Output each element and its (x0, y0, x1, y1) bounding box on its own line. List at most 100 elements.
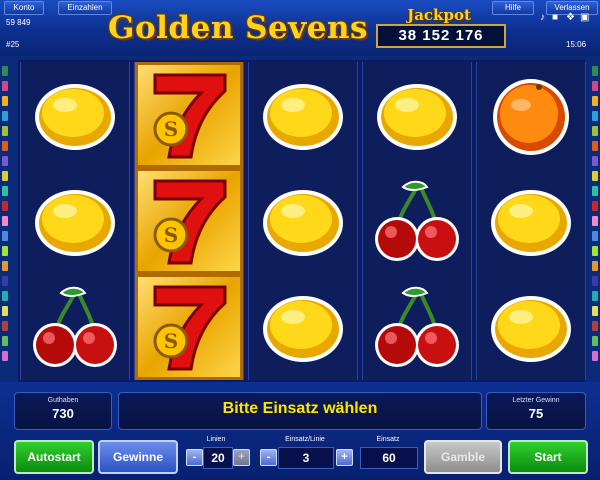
clock: 15:06 (566, 40, 587, 49)
line-marker (592, 96, 598, 106)
gamble-button[interactable]: Gamble (424, 440, 502, 474)
line-marker (592, 246, 598, 256)
line-marker (2, 261, 8, 271)
line-marker (2, 186, 8, 196)
line-marker (592, 231, 598, 241)
seven-symbol: S (135, 62, 243, 168)
line-marker (2, 216, 8, 226)
account-value: 59 849 (6, 18, 31, 27)
reel-5 (476, 62, 586, 380)
line-marker (2, 126, 8, 136)
autostart-button[interactable]: Autostart (14, 440, 94, 474)
game-title: Golden Sevens (108, 10, 368, 46)
lemon-symbol (363, 62, 471, 168)
line-marker (2, 201, 8, 211)
line-markers-right (591, 66, 599, 366)
gewinne-button[interactable]: Gewinne (98, 440, 178, 474)
reel-4 (362, 62, 472, 380)
line-marker (592, 156, 598, 166)
bet-label: Einsatz (376, 436, 400, 443)
line-marker (592, 261, 598, 271)
ticket-number: #25 (6, 40, 20, 49)
menu-hilfe-button[interactable]: Hilfe (492, 1, 534, 15)
line-marker (592, 351, 598, 361)
reel-area: S S S (18, 60, 586, 382)
line-marker (2, 171, 8, 181)
settings-icon[interactable]: ❖ (566, 12, 575, 23)
lemon-symbol (21, 62, 129, 168)
bet-per-line-label: Einsatz/Linie (285, 436, 325, 443)
last-win-value: 75 (528, 406, 544, 421)
lemon-symbol (477, 274, 585, 380)
line-marker (592, 201, 598, 211)
start-button[interactable]: Start (508, 440, 588, 474)
jackpot-label: Jackpot (407, 6, 471, 24)
line-marker (2, 306, 8, 316)
seven-symbol: S (135, 168, 243, 274)
line-marker (2, 111, 8, 121)
cherry-symbol (21, 274, 129, 380)
line-marker (2, 321, 8, 331)
line-marker (592, 171, 598, 181)
lemon-symbol (249, 62, 357, 168)
line-marker (592, 336, 598, 346)
bet-per-line-minus-button[interactable]: - (260, 449, 277, 466)
menu-konto-button[interactable]: Konto (4, 1, 44, 15)
line-marker (2, 141, 8, 151)
line-markers-left (1, 66, 9, 366)
line-marker (592, 81, 598, 91)
bet-per-line-value: 3 (278, 447, 334, 469)
lemon-symbol (249, 168, 357, 274)
cherry-symbol (363, 274, 471, 380)
line-marker (2, 96, 8, 106)
lines-plus-button[interactable]: + (233, 449, 250, 466)
balance-panel: Guthaben 730 (14, 392, 112, 430)
lines-minus-button[interactable]: - (186, 449, 203, 466)
line-marker (2, 81, 8, 91)
lemon-symbol (21, 168, 129, 274)
line-marker (2, 351, 8, 361)
cherry-symbol (363, 168, 471, 274)
line-marker (2, 231, 8, 241)
line-marker (592, 66, 598, 76)
lemon-symbol (477, 168, 585, 274)
line-marker (592, 216, 598, 226)
top-bar: Konto Einzahlen Hilfe Verlassen 59 849 #… (0, 0, 600, 56)
line-marker (2, 291, 8, 301)
last-win-label: Letzter Gewinn (512, 397, 560, 404)
speaker-icon[interactable]: ■ (552, 12, 558, 23)
line-marker (2, 66, 8, 76)
seven-symbol: S (135, 274, 243, 380)
bet-value: 60 (360, 447, 418, 469)
status-message: Bitte Einsatz wählen (222, 400, 378, 417)
orange-symbol (477, 62, 585, 168)
reel-1 (20, 62, 130, 380)
lines-label: Linien (206, 436, 226, 443)
lines-value: 20 (203, 447, 233, 469)
fullscreen-icon[interactable]: ▣ (580, 12, 589, 23)
line-marker (592, 141, 598, 151)
svg-text:S: S (164, 117, 178, 141)
line-marker (2, 276, 8, 286)
bet-per-line-plus-button[interactable]: + (336, 449, 353, 466)
line-marker (592, 321, 598, 331)
line-marker (592, 276, 598, 286)
jackpot-value: 38 152 176 (376, 24, 506, 48)
balance-value: 730 (52, 406, 74, 421)
reel-3 (248, 62, 358, 380)
line-marker (592, 111, 598, 121)
line-marker (592, 186, 598, 196)
line-marker (592, 306, 598, 316)
line-marker (592, 291, 598, 301)
svg-text:S: S (164, 329, 178, 353)
last-win-panel: Letzter Gewinn 75 (486, 392, 586, 430)
music-note-icon[interactable]: ♪ (540, 12, 545, 23)
svg-text:S: S (164, 223, 178, 247)
line-marker (592, 126, 598, 136)
message-panel: Bitte Einsatz wählen (118, 392, 482, 430)
line-marker (2, 246, 8, 256)
reel-2: S S S (134, 62, 244, 380)
line-marker (2, 156, 8, 166)
line-marker (2, 336, 8, 346)
lemon-symbol (249, 274, 357, 380)
